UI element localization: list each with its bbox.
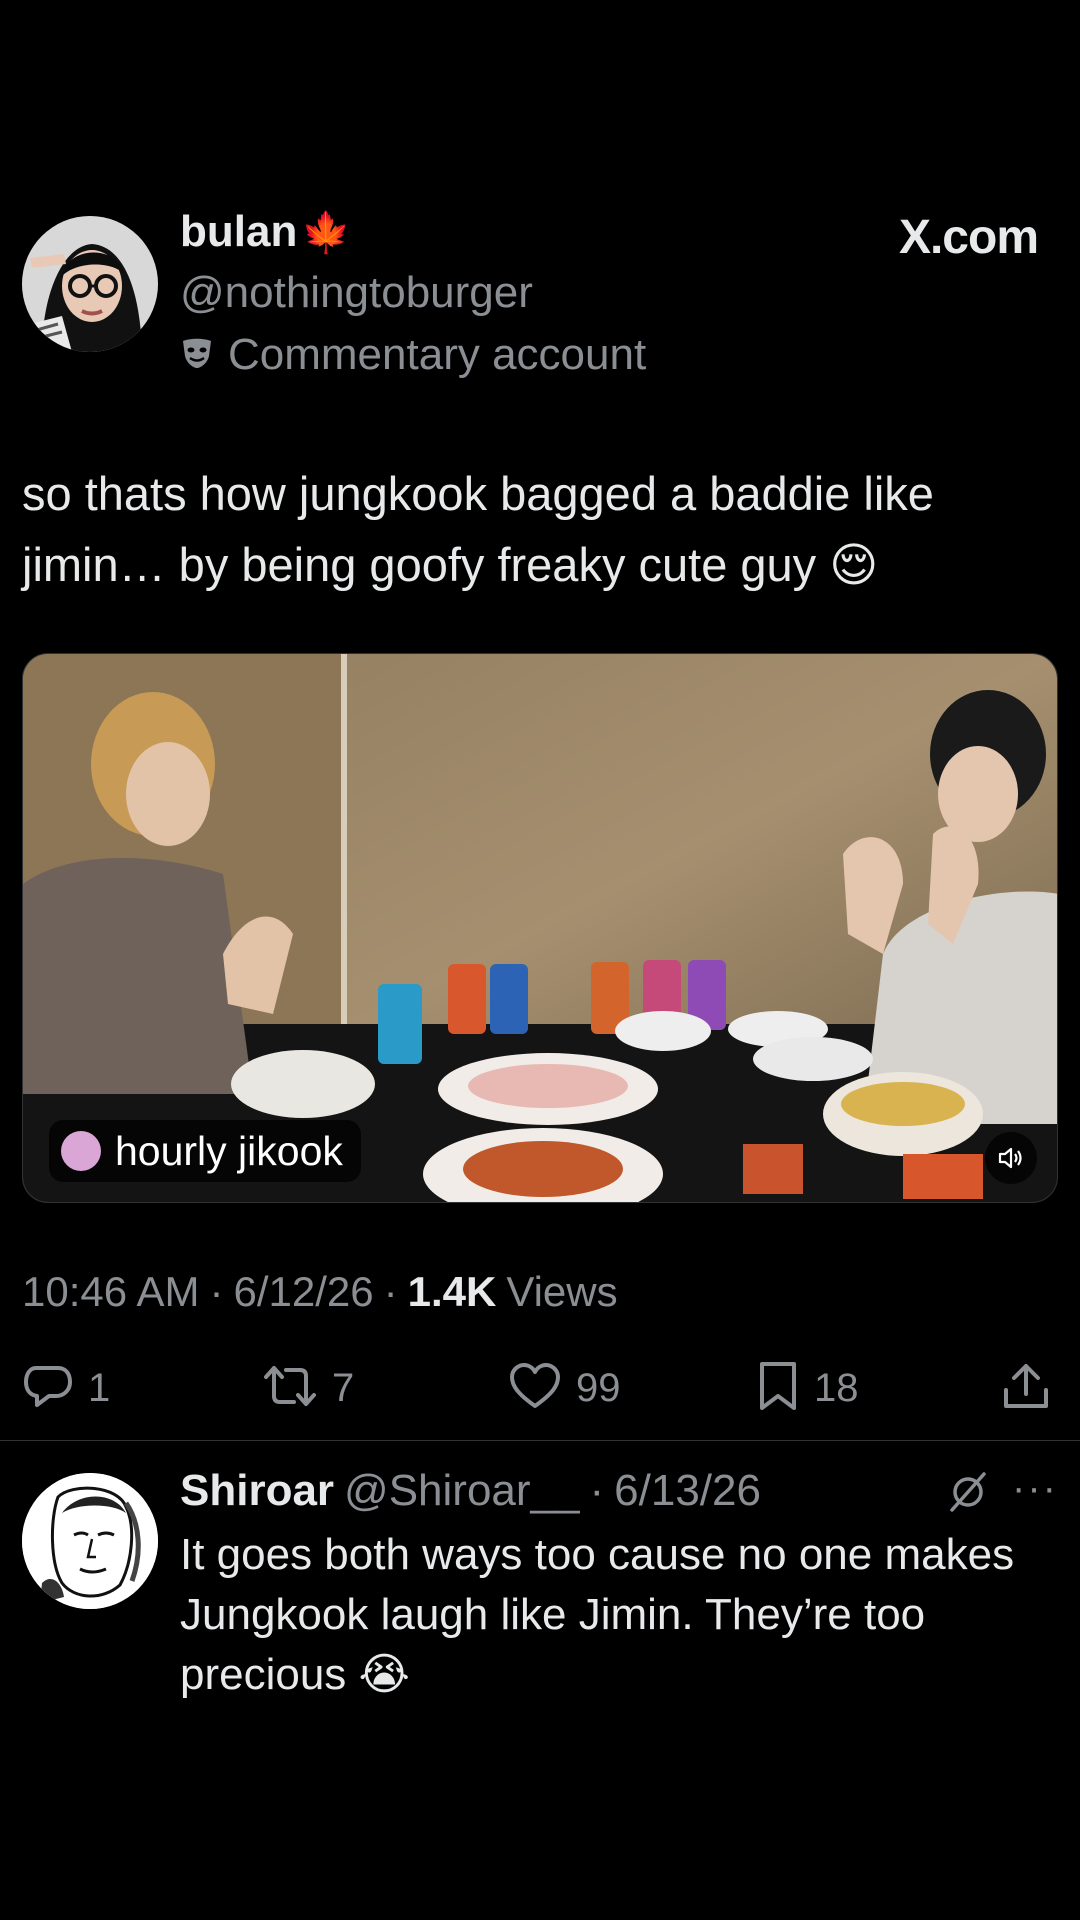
reply-more-options-icon[interactable]: ··· <box>1012 1466 1058 1511</box>
speaker-icon <box>996 1143 1026 1173</box>
account-label: Commentary account <box>180 330 646 380</box>
author-handle[interactable]: @nothingtoburger <box>180 268 533 318</box>
mute-button[interactable] <box>985 1132 1037 1184</box>
reply-icon <box>22 1360 74 1417</box>
reply-date[interactable]: 6/13/26 <box>614 1466 761 1516</box>
views-label: Views <box>506 1268 618 1315</box>
reply-handle[interactable]: @Shiroar__ <box>344 1466 579 1516</box>
reply-header: Shiroar @Shiroar__ · 6/13/26 <box>180 1466 761 1516</box>
maple-leaf-emoji: 🍁 <box>301 210 352 255</box>
x-logo-label: X.com <box>898 211 1039 264</box>
share-icon <box>1000 1360 1052 1417</box>
meta-separator: · <box>383 1268 398 1315</box>
heart-icon <box>508 1360 562 1417</box>
post-actions-bar: 1 7 99 18 <box>22 1360 1058 1420</box>
badge-avatar-dot <box>61 1131 101 1171</box>
reply-display-name[interactable]: Shiroar <box>180 1466 334 1516</box>
repost-button[interactable]: 7 <box>262 1360 354 1417</box>
account-label-text: Commentary account <box>228 330 647 379</box>
repost-count: 7 <box>332 1366 355 1410</box>
meta-separator: · <box>209 1268 224 1315</box>
bookmark-icon <box>756 1360 800 1417</box>
reply-separator: · <box>589 1466 605 1515</box>
like-count: 99 <box>576 1366 621 1410</box>
share-button[interactable] <box>1000 1360 1052 1417</box>
views-count: 1.4K <box>407 1268 497 1315</box>
post-video[interactable]: hourly jikook <box>22 653 1058 1203</box>
bookmark-count: 18 <box>814 1366 859 1410</box>
reply-button[interactable]: 1 <box>22 1360 110 1417</box>
reply-author-avatar[interactable] <box>22 1473 158 1609</box>
post-date[interactable]: 6/12/26 <box>233 1268 373 1316</box>
media-source-badge[interactable]: hourly jikook <box>49 1120 361 1182</box>
grok-icon[interactable] <box>946 1470 990 1519</box>
reply-count: 1 <box>88 1366 111 1410</box>
theater-masks-icon <box>180 336 214 375</box>
media-source-label: hourly jikook <box>115 1127 343 1174</box>
post-meta: 10:46 AM · 6/12/26 · 1.4K Views <box>22 1268 618 1316</box>
post-time[interactable]: 10:46 AM <box>22 1268 199 1316</box>
author-avatar[interactable] <box>22 216 158 352</box>
bookmark-button[interactable]: 18 <box>756 1360 859 1417</box>
divider <box>0 1440 1080 1441</box>
reply-text: It goes both ways too cause no one makes… <box>180 1530 1015 1699</box>
repost-icon <box>262 1360 318 1417</box>
post-text: so thats how jungkook bagged a baddie li… <box>22 467 934 591</box>
author-display-name[interactable]: bulan <box>180 207 297 257</box>
author-name-row[interactable]: bulan 🍁 <box>180 207 351 257</box>
like-button[interactable]: 99 <box>508 1360 621 1417</box>
